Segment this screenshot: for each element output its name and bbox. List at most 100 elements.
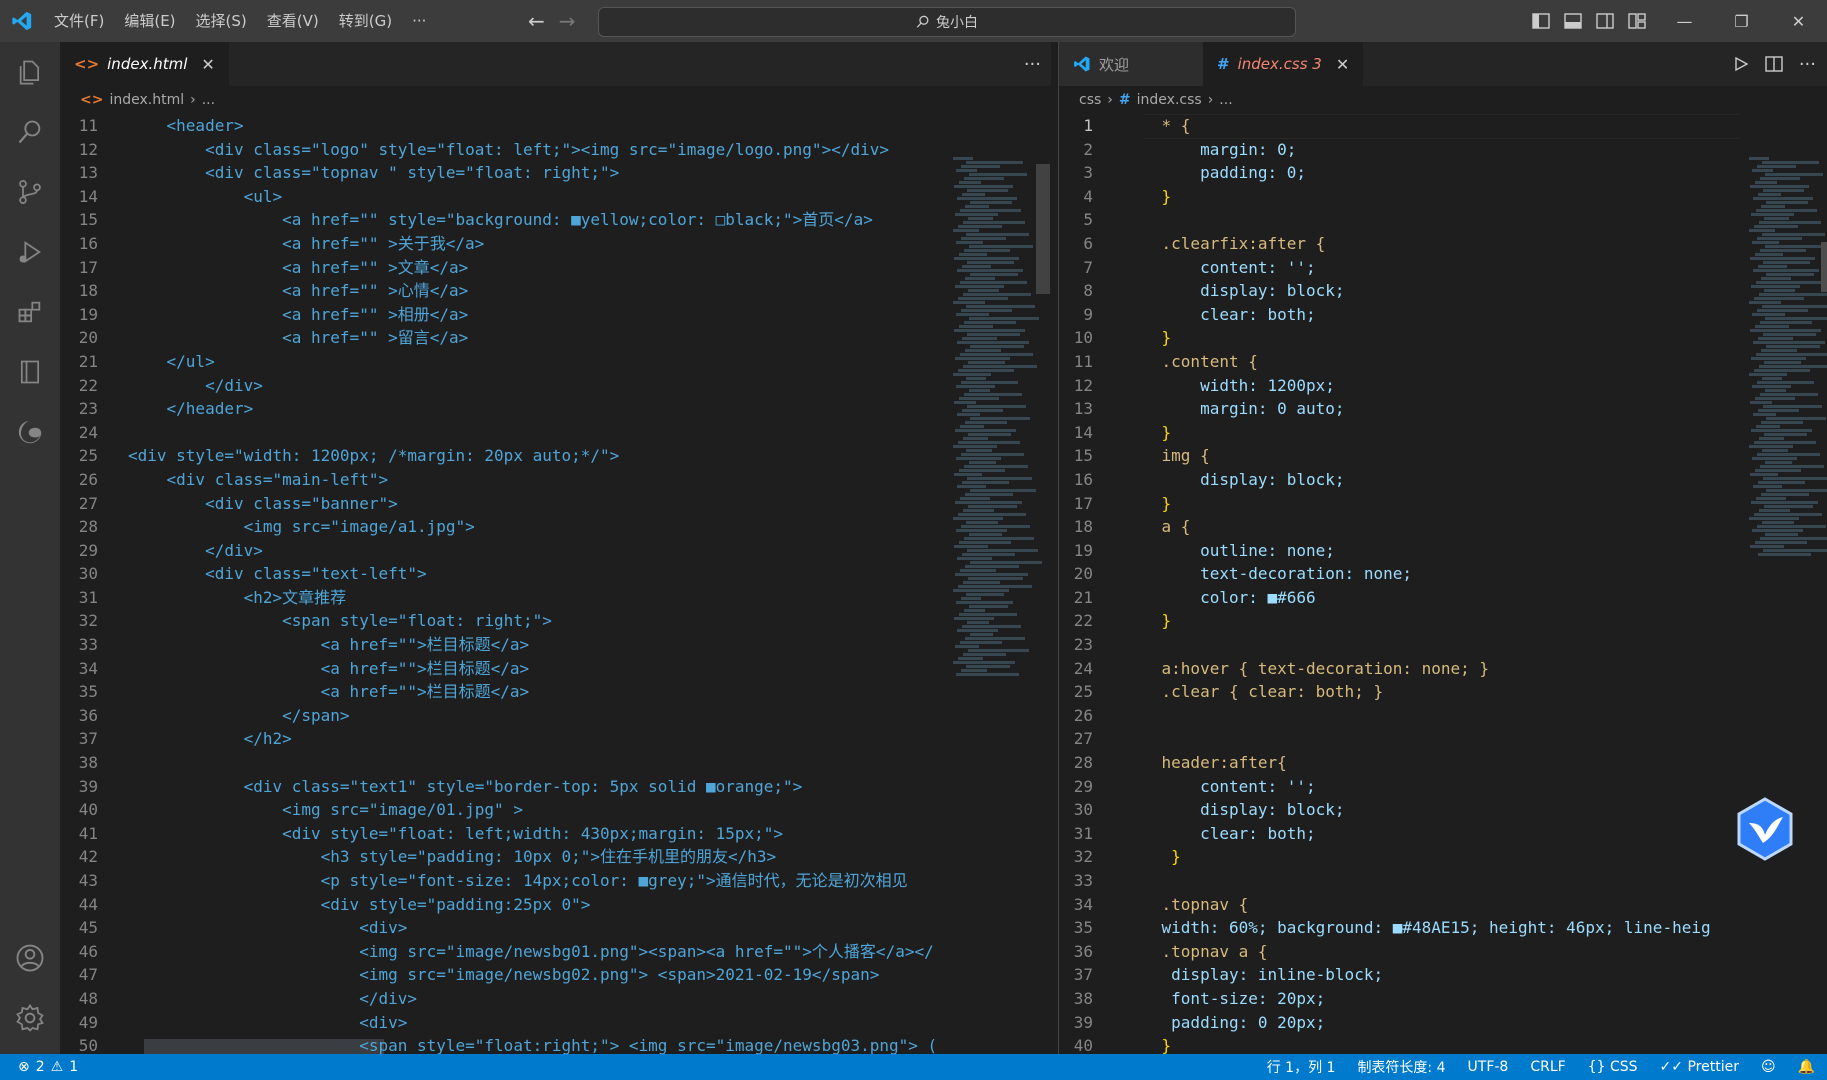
- code-line[interactable]: 20 text-decoration: none;: [1059, 562, 1739, 586]
- menu-item[interactable]: 查看(V): [257, 0, 329, 42]
- code-line[interactable]: 28 <img src="image/a1.jpg">: [60, 515, 945, 539]
- edge-browser-icon[interactable]: [0, 402, 60, 462]
- code-line[interactable]: 10 }: [1059, 326, 1739, 350]
- split-editor-icon[interactable]: [1765, 56, 1783, 72]
- close-tab-icon[interactable]: ✕: [1336, 55, 1349, 74]
- cursor-position[interactable]: 行 1，列 1: [1267, 1057, 1336, 1077]
- code-line[interactable]: 9 clear: both;: [1059, 303, 1739, 327]
- run-debug-icon[interactable]: [0, 222, 60, 282]
- toggle-secondary-sidebar-icon[interactable]: [1596, 13, 1614, 29]
- code-line[interactable]: 36 .topnav a {: [1059, 940, 1739, 964]
- code-line[interactable]: 39 <div class="text1" style="border-top:…: [60, 775, 945, 799]
- language-mode[interactable]: {} CSS: [1588, 1059, 1638, 1075]
- code-editor-html[interactable]: 11 <header> 12 <div class="logo" style="f…: [60, 114, 945, 1054]
- code-line[interactable]: 18 <a href="" >心情</a>: [60, 279, 945, 303]
- code-line[interactable]: 45 <div>: [60, 916, 945, 940]
- problems-indicator[interactable]: ⊗ 2 ⚠ 1: [0, 1059, 78, 1075]
- code-line[interactable]: 11 <header>: [60, 114, 945, 138]
- more-actions-icon[interactable]: ···: [1024, 42, 1041, 86]
- notebook-icon[interactable]: [0, 342, 60, 402]
- minimap[interactable]: [1749, 156, 1827, 576]
- code-line[interactable]: 42 <h3 style="padding: 10px 0;">住在手机里的朋友…: [60, 845, 945, 869]
- end-of-line[interactable]: CRLF: [1530, 1059, 1565, 1075]
- code-line[interactable]: 15 img {: [1059, 444, 1739, 468]
- code-line[interactable]: 28 header:after{: [1059, 751, 1739, 775]
- restore-icon[interactable]: ❐: [1713, 0, 1770, 42]
- breadcrumb-file[interactable]: index.css: [1137, 92, 1202, 108]
- code-line[interactable]: 33 <a href="">栏目标题</a>: [60, 633, 945, 657]
- code-line[interactable]: 2 margin: 0;: [1059, 138, 1739, 162]
- code-line[interactable]: 18 a {: [1059, 515, 1739, 539]
- feedback-icon[interactable]: ☺: [1761, 1059, 1776, 1075]
- scrollbar-thumb[interactable]: [1036, 164, 1050, 294]
- more-actions-icon[interactable]: ···: [1799, 54, 1816, 75]
- code-line[interactable]: 19 <a href="" >相册</a>: [60, 303, 945, 327]
- code-line[interactable]: 21 </ul>: [60, 350, 945, 374]
- code-line[interactable]: 37 display: inline-block;: [1059, 963, 1739, 987]
- code-line[interactable]: 32 <span style="float: right;">: [60, 609, 945, 633]
- toggle-primary-sidebar-icon[interactable]: [1532, 13, 1550, 29]
- code-line[interactable]: 31 clear: both;: [1059, 822, 1739, 846]
- minimap[interactable]: [953, 156, 1042, 716]
- code-line[interactable]: 40 }: [1059, 1034, 1739, 1054]
- code-line[interactable]: 32 }: [1059, 845, 1739, 869]
- code-line[interactable]: 4 }: [1059, 185, 1739, 209]
- explorer-icon[interactable]: [0, 42, 60, 102]
- code-line[interactable]: 29 content: '';: [1059, 775, 1739, 799]
- code-line[interactable]: 11 .content {: [1059, 350, 1739, 374]
- code-line[interactable]: 35 <a href="">栏目标题</a>: [60, 680, 945, 704]
- code-line[interactable]: 14 <ul>: [60, 185, 945, 209]
- customize-layout-icon[interactable]: [1628, 13, 1646, 29]
- source-control-icon[interactable]: [0, 162, 60, 222]
- code-line[interactable]: 24 a:hover { text-decoration: none; }: [1059, 657, 1739, 681]
- code-line[interactable]: 31 <h2>文章推荐: [60, 586, 945, 610]
- code-line[interactable]: 50 <span style="float:right;"> <img src=…: [60, 1034, 945, 1054]
- close-icon[interactable]: ✕: [1770, 0, 1827, 42]
- code-line[interactable]: 13 <div class="topnav " style="float: ri…: [60, 161, 945, 185]
- code-line[interactable]: 38 font-size: 20px;: [1059, 987, 1739, 1011]
- code-line[interactable]: 27: [1059, 727, 1739, 751]
- code-line[interactable]: 48 </div>: [60, 987, 945, 1011]
- notifications-bell-icon[interactable]: 🔔: [1798, 1059, 1815, 1075]
- code-line[interactable]: 47 <img src="image/newsbg02.png"> <span>…: [60, 963, 945, 987]
- breadcrumb-folder[interactable]: css: [1079, 92, 1101, 108]
- code-line[interactable]: 6 .clearfix:after {: [1059, 232, 1739, 256]
- code-line[interactable]: 23: [1059, 633, 1739, 657]
- menu-item[interactable]: 转到(G): [329, 0, 402, 42]
- code-line[interactable]: 46 <img src="image/newsbg01.png"><span><…: [60, 940, 945, 964]
- code-line[interactable]: 37 </h2>: [60, 727, 945, 751]
- breadcrumb-rest[interactable]: ...: [1219, 92, 1232, 108]
- menu-item[interactable]: 编辑(E): [114, 0, 185, 42]
- code-line[interactable]: 35 width: 60%; background: ■#48AE15; hei…: [1059, 916, 1739, 940]
- code-line[interactable]: 24: [60, 421, 945, 445]
- breadcrumb-rest[interactable]: ...: [202, 92, 215, 108]
- code-line[interactable]: 26 <div class="main-left">: [60, 468, 945, 492]
- code-line[interactable]: 22 }: [1059, 609, 1739, 633]
- code-line[interactable]: 39 padding: 0 20px;: [1059, 1011, 1739, 1035]
- code-line[interactable]: 23 </header>: [60, 397, 945, 421]
- code-line[interactable]: 12 <div class="logo" style="float: left;…: [60, 138, 945, 162]
- code-line[interactable]: 30 display: block;: [1059, 798, 1739, 822]
- command-center-search[interactable]: 兔小白: [598, 7, 1296, 37]
- breadcrumb-file[interactable]: index.html: [109, 92, 184, 108]
- code-line[interactable]: 15 <a href="" style="background: ■yellow…: [60, 208, 945, 232]
- code-line[interactable]: 26: [1059, 704, 1739, 728]
- tab-index-html[interactable]: <> index.html ✕: [60, 42, 229, 86]
- floating-assistant-icon[interactable]: [1733, 797, 1797, 861]
- code-line[interactable]: 49 <div>: [60, 1011, 945, 1035]
- code-line[interactable]: 36 </span>: [60, 704, 945, 728]
- code-line[interactable]: 29 </div>: [60, 539, 945, 563]
- code-line[interactable]: 7 content: '';: [1059, 256, 1739, 280]
- menu-item[interactable]: 文件(F): [44, 0, 114, 42]
- code-line[interactable]: 20 <a href="" >留言</a>: [60, 326, 945, 350]
- accounts-icon[interactable]: [0, 928, 60, 988]
- search-icon[interactable]: [0, 102, 60, 162]
- code-line[interactable]: 12 width: 1200px;: [1059, 374, 1739, 398]
- tab-welcome[interactable]: 欢迎: [1059, 42, 1203, 86]
- close-tab-icon[interactable]: ✕: [201, 55, 214, 74]
- code-line[interactable]: 25 .clear { clear: both; }: [1059, 680, 1739, 704]
- forward-arrow-icon[interactable]: →: [559, 9, 576, 33]
- code-line[interactable]: 40 <img src="image/01.jpg" >: [60, 798, 945, 822]
- code-line[interactable]: 34 .topnav {: [1059, 893, 1739, 917]
- code-line[interactable]: 30 <div class="text-left">: [60, 562, 945, 586]
